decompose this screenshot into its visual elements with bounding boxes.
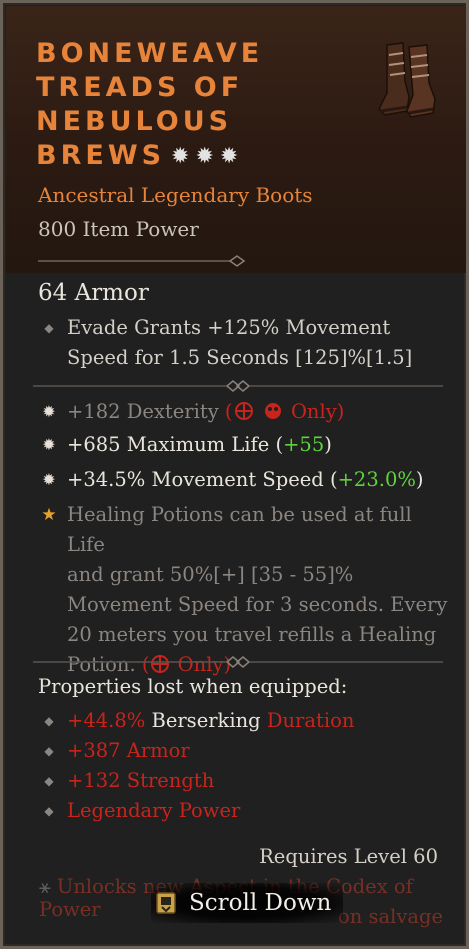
divider	[33, 656, 443, 668]
legendary-aspect: ★ Healing Potions can be used at full Li…	[39, 500, 449, 680]
item-name-line: Boneweave	[36, 38, 264, 69]
codex-icon: ⚹	[39, 875, 51, 898]
divider	[38, 255, 246, 267]
affix-row: ✹ +685 Maximum Life (+55)	[39, 430, 449, 460]
diamond-bullet-icon: ◆	[44, 774, 54, 788]
item-name: Boneweave Treads of Nebulous Brews ✹✹✹	[36, 37, 366, 174]
restriction-only: Only)	[290, 400, 345, 423]
lost-label: Berserking	[145, 709, 267, 732]
armor-value: 64 Armor	[38, 280, 149, 306]
affix-delta: +55	[283, 433, 325, 456]
diamond-bullet-icon: ◆	[44, 714, 54, 728]
affix-close: )	[415, 468, 424, 491]
implicit-line: Speed for 1.5 Seconds [125]%[1.5]	[67, 346, 413, 369]
affix-row: ✹ +182 Dexterity ( Only)	[39, 397, 449, 427]
item-tooltip: Boneweave Treads of Nebulous Brews ✹✹✹ An…	[0, 0, 469, 949]
greater-affix-star-icon: ✹✹✹	[171, 144, 245, 169]
lost-property: ◆ +44.8% Berserking Duration	[39, 706, 449, 736]
lost-value: +132 Strength	[67, 769, 215, 792]
spark-icon: ✹	[42, 470, 56, 489]
affix-close: )	[324, 433, 332, 456]
lost-value: +387 Armor	[67, 739, 190, 762]
aspect-line: 20 meters you travel refills a Healing	[67, 623, 437, 646]
diamond-bullet-icon: ◆	[44, 804, 54, 818]
implicit-line: Evade Grants +125% Movement	[67, 316, 391, 339]
aspect-line: and grant 50%[+] [35 - 55]%	[67, 563, 354, 586]
scroll-key-icon	[156, 892, 176, 914]
aspect-line: Healing Potions can be used at full Life	[67, 503, 412, 556]
affix-text: +182 Dexterity	[67, 400, 219, 423]
spark-icon: ✹	[42, 402, 56, 421]
item-name-line: Brews ✹✹✹	[36, 139, 366, 174]
spark-icon: ✹	[42, 435, 56, 454]
scroll-down-button[interactable]: Scroll Down	[151, 883, 344, 923]
affix-row: ✹ +34.5% Movement Speed (+23.0%)	[39, 465, 449, 495]
lost-property: ◆ +387 Armor	[39, 736, 449, 766]
item-name-line: Treads of	[36, 72, 244, 103]
rogue-class-icon	[234, 402, 253, 420]
boots-icon	[378, 42, 436, 118]
affix-text: +685 Maximum Life (	[67, 433, 284, 456]
lost-suffix: Duration	[266, 709, 355, 732]
lost-properties-header: Properties lost when equipped:	[38, 675, 348, 698]
affix-delta: +23.0%	[337, 468, 416, 491]
item-name-line: Nebulous	[36, 106, 233, 137]
lost-property: ◆ +132 Strength	[39, 766, 449, 796]
divider	[33, 380, 443, 392]
item-type: Ancestral Legendary Boots	[38, 183, 313, 207]
affix-text: +34.5% Movement Speed (	[67, 468, 338, 491]
lost-value: Legendary Power	[67, 799, 241, 822]
item-name-line-text: Brews	[36, 140, 166, 171]
diamond-bullet-icon: ◆	[44, 321, 54, 335]
legendary-star-icon: ★	[41, 505, 57, 525]
restriction-open: (	[224, 400, 233, 423]
lost-value: +44.8%	[67, 709, 146, 732]
diamond-bullet-icon: ◆	[44, 744, 54, 758]
druid-class-icon	[264, 403, 281, 419]
scroll-down-label: Scroll Down	[189, 890, 332, 916]
lost-property: ◆ Legendary Power	[39, 796, 449, 826]
implicit-affix: ◆ Evade Grants +125% Movement Speed for …	[39, 313, 449, 373]
unlock-text: on salvage	[337, 905, 443, 928]
aspect-line: Movement Speed for 3 seconds. Every	[67, 593, 448, 616]
item-power: 800 Item Power	[38, 217, 199, 241]
level-requirement: Requires Level 60	[259, 845, 438, 868]
